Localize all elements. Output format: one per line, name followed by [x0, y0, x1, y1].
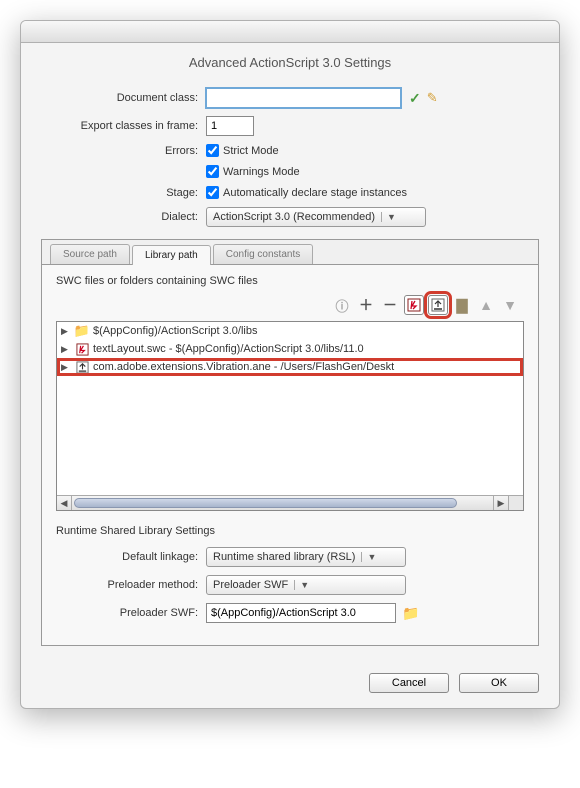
settings-dialog: Advanced ActionScript 3.0 Settings Docum…	[20, 20, 560, 709]
validate-check-icon[interactable]: ✓	[409, 90, 421, 107]
dialect-value: ActionScript 3.0 (Recommended)	[213, 211, 375, 223]
preloader-swf-input[interactable]	[206, 603, 396, 623]
preloader-method-dropdown[interactable]: Preloader SWF ▼	[206, 575, 406, 595]
tab-config-constants[interactable]: Config constants	[213, 244, 314, 264]
info-icon[interactable]: ⓘ	[332, 295, 352, 315]
browse-folder-icon[interactable]: ▇	[452, 295, 472, 315]
runtime-section-label: Runtime Shared Library Settings	[56, 525, 524, 537]
cancel-button[interactable]: Cancel	[369, 673, 449, 693]
browse-folder-icon[interactable]: 📁	[402, 605, 419, 622]
tree-row[interactable]: ▶ textLayout.swc - $(AppConfig)/ActionSc…	[57, 340, 523, 358]
tree-row-label: $(AppConfig)/ActionScript 3.0/libs	[93, 325, 257, 337]
tabs-container: Source path Library path Config constant…	[41, 239, 539, 646]
preloader-method-value: Preloader SWF	[213, 579, 288, 591]
chevron-down-icon: ▼	[361, 552, 376, 562]
chevron-down-icon: ▼	[381, 212, 396, 222]
tab-library-path[interactable]: Library path	[132, 245, 211, 265]
add-button[interactable]: ＋	[356, 295, 376, 315]
titlebar[interactable]	[21, 21, 559, 43]
add-swc-icon[interactable]	[404, 295, 424, 315]
ok-button[interactable]: OK	[459, 673, 539, 693]
chevron-down-icon: ▼	[294, 580, 309, 590]
stage-label: Stage:	[41, 187, 206, 199]
scroll-right-icon[interactable]: ▶	[493, 496, 508, 510]
edit-pencil-icon[interactable]: ✎	[427, 90, 438, 106]
remove-button[interactable]: －	[380, 295, 400, 315]
disclosure-icon[interactable]: ▶	[61, 362, 71, 373]
tree-row-label: textLayout.swc - $(AppConfig)/ActionScri…	[93, 343, 364, 355]
tree-row[interactable]: ▶ 📁 $(AppConfig)/ActionScript 3.0/libs	[57, 322, 523, 340]
tree-row[interactable]: ▶ com.adobe.extensions.Vibration.ane - /…	[57, 358, 523, 376]
swc-toolbar: ⓘ ＋ － ▇ ▲ ▼	[60, 295, 520, 315]
default-linkage-value: Runtime shared library (RSL)	[213, 551, 355, 563]
export-frame-input[interactable]	[206, 116, 254, 136]
stage-declare-label: Automatically declare stage instances	[223, 187, 407, 199]
scroll-corner	[508, 495, 523, 510]
add-ane-icon[interactable]	[428, 295, 448, 315]
default-linkage-dropdown[interactable]: Runtime shared library (RSL) ▼	[206, 547, 406, 567]
default-linkage-label: Default linkage:	[56, 551, 206, 563]
warnings-mode-label: Warnings Mode	[223, 166, 300, 178]
dialect-dropdown[interactable]: ActionScript 3.0 (Recommended) ▼	[206, 207, 426, 227]
strict-mode-label: Strict Mode	[223, 145, 279, 157]
document-class-label: Document class:	[41, 92, 206, 104]
native-extension-icon	[75, 360, 89, 374]
document-class-input[interactable]	[206, 88, 401, 108]
scroll-thumb[interactable]	[74, 498, 457, 508]
dialog-title: Advanced ActionScript 3.0 Settings	[21, 43, 559, 78]
export-frame-label: Export classes in frame:	[41, 120, 206, 132]
preloader-method-label: Preloader method:	[56, 579, 206, 591]
horizontal-scrollbar[interactable]: ◀ ▶	[57, 495, 508, 510]
tree-row-label: com.adobe.extensions.Vibration.ane - /Us…	[93, 361, 394, 373]
dialect-label: Dialect:	[41, 211, 206, 223]
disclosure-icon[interactable]: ▶	[61, 326, 71, 337]
flash-file-icon	[75, 342, 89, 356]
swc-group-label: SWC files or folders containing SWC file…	[56, 275, 524, 287]
move-up-icon[interactable]: ▲	[476, 295, 496, 315]
tab-source-path[interactable]: Source path	[50, 244, 130, 264]
warnings-mode-checkbox[interactable]	[206, 165, 219, 178]
stage-declare-checkbox[interactable]	[206, 186, 219, 199]
errors-label: Errors:	[41, 145, 206, 157]
strict-mode-checkbox[interactable]	[206, 144, 219, 157]
swc-tree[interactable]: ▶ 📁 $(AppConfig)/ActionScript 3.0/libs ▶…	[56, 321, 524, 511]
folder-icon: 📁	[75, 324, 89, 338]
disclosure-icon[interactable]: ▶	[61, 344, 71, 355]
scroll-left-icon[interactable]: ◀	[57, 496, 72, 510]
move-down-icon[interactable]: ▼	[500, 295, 520, 315]
preloader-swf-label: Preloader SWF:	[56, 607, 206, 619]
